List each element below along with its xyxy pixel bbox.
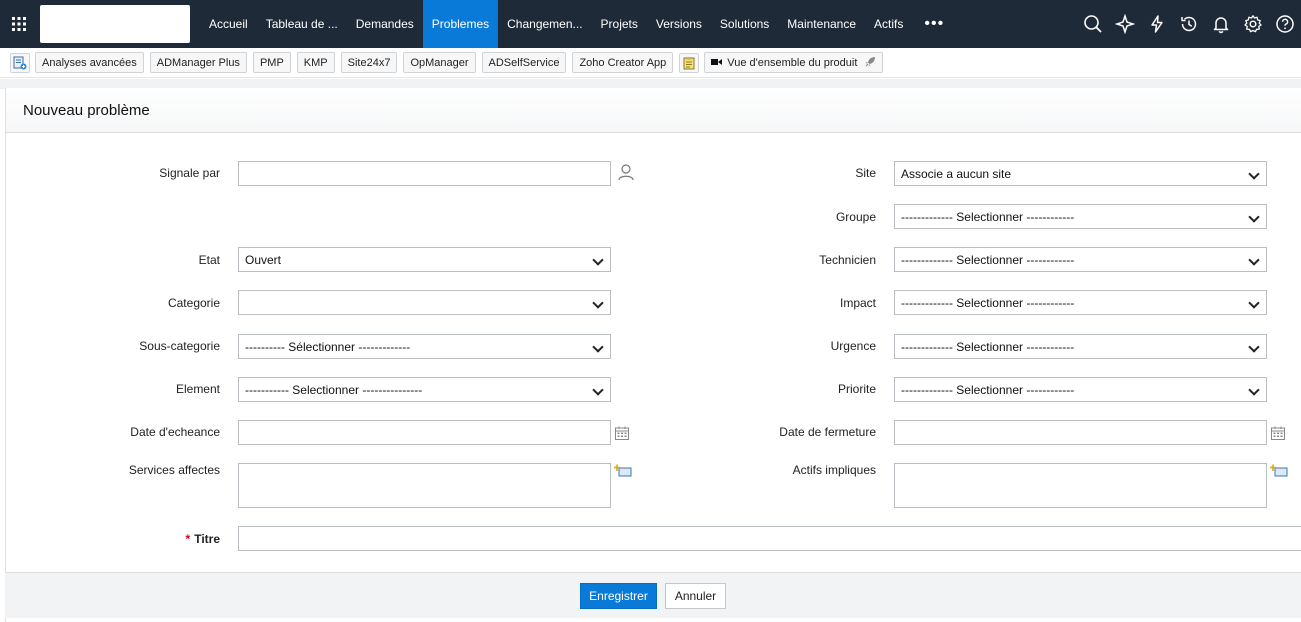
services-affectes-field[interactable]: [238, 463, 611, 508]
toolbar-opmanager[interactable]: OpManager: [403, 52, 476, 73]
urgence-select[interactable]: ------------- Selectionner ------------: [894, 334, 1267, 359]
technicien-label: Technicien: [819, 253, 876, 267]
site-label: Site: [855, 166, 876, 180]
top-navigation: Accueil Tableau de ... Demandes Probleme…: [0, 0, 1301, 48]
gear-icon[interactable]: [1237, 0, 1269, 48]
toolbar-zoho-creator-app[interactable]: Zoho Creator App: [572, 52, 674, 73]
main-nav: Accueil Tableau de ... Demandes Probleme…: [200, 0, 956, 48]
signale-par-label: Signale par: [159, 166, 220, 180]
video-camera-icon: [711, 57, 723, 69]
add-service-icon[interactable]: [614, 462, 632, 480]
impact-label: Impact: [839, 296, 876, 310]
etat-select[interactable]: Ouvert: [238, 247, 611, 272]
urgence-label: Urgence: [830, 339, 876, 353]
product-overview-label: Vue d'ensemble du produit: [727, 56, 858, 69]
impact-select[interactable]: ------------- Selectionner ------------: [894, 290, 1267, 315]
search-icon[interactable]: [1077, 0, 1109, 48]
nav-item-maintenance[interactable]: Maintenance: [778, 0, 865, 48]
help-icon[interactable]: [1269, 0, 1301, 48]
technicien-select[interactable]: ------------- Selectionner ------------: [894, 247, 1267, 272]
quick-action-icon[interactable]: [1109, 0, 1141, 48]
priorite-select[interactable]: ------------- Selectionner ------------: [894, 377, 1267, 402]
integrations-toolbar: Analyses avancées ADManager Plus PMP KMP…: [0, 48, 1301, 78]
sous-categorie-select[interactable]: ---------- Sélectionner -------------: [238, 334, 611, 359]
categorie-select[interactable]: [238, 290, 611, 315]
date-echeance-label: Date d'echeance: [130, 425, 220, 439]
requester-user-icon[interactable]: [617, 163, 635, 181]
toolbar-site24x7[interactable]: Site24x7: [340, 52, 398, 73]
form-actions: Enregistrer Annuler: [5, 572, 1301, 618]
bell-icon[interactable]: [1205, 0, 1237, 48]
history-icon[interactable]: [1173, 0, 1205, 48]
product-logo[interactable]: [40, 5, 190, 43]
etat-label: Etat: [198, 253, 220, 267]
app-launcher-icon[interactable]: [0, 0, 38, 48]
actifs-impliques-field[interactable]: [894, 463, 1267, 508]
rocket-icon: [865, 56, 876, 70]
categorie-label: Categorie: [167, 296, 220, 310]
date-fermeture-input[interactable]: [894, 420, 1267, 445]
nav-item-demandes[interactable]: Demandes: [347, 0, 423, 48]
toolbar-product-overview[interactable]: Vue d'ensemble du produit: [704, 52, 884, 73]
toolbar-pmp[interactable]: PMP: [252, 52, 291, 73]
actifs-impliques-label: Actifs impliques: [792, 463, 876, 477]
new-problem-form: Nouveau problème Signale par Etat Ouvert…: [5, 88, 1301, 622]
element-select[interactable]: ----------- Selectionner ---------------: [238, 377, 611, 402]
toolbar-kmp[interactable]: KMP: [296, 52, 335, 73]
notes-icon[interactable]: [679, 52, 700, 73]
form-header: Nouveau problème: [6, 88, 1301, 133]
nav-item-actifs[interactable]: Actifs: [865, 0, 912, 48]
new-report-icon[interactable]: [10, 52, 30, 73]
nav-item-accueil[interactable]: Accueil: [200, 0, 257, 48]
titre-label-text: Titre: [194, 532, 220, 546]
site-select[interactable]: Associe a aucun site: [894, 161, 1267, 186]
required-marker: *: [185, 532, 191, 546]
nav-item-projets[interactable]: Projets: [592, 0, 647, 48]
page-title: Nouveau problème: [23, 101, 150, 119]
groupe-label: Groupe: [835, 210, 876, 224]
priorite-label: Priorite: [837, 382, 876, 396]
date-fermeture-label: Date de fermeture: [779, 425, 876, 439]
toolbar-adselfservice[interactable]: ADSelfService: [481, 52, 567, 73]
titre-label: * Titre: [20, 532, 220, 546]
nav-item-problemes[interactable]: Problemes: [422, 0, 499, 48]
more-menu-icon[interactable]: •••: [912, 0, 956, 48]
calendar-icon[interactable]: [1269, 424, 1287, 442]
element-label: Element: [175, 382, 220, 396]
nav-item-changements[interactable]: Changemen...: [498, 0, 591, 48]
nav-item-versions[interactable]: Versions: [647, 0, 711, 48]
sous-categorie-label: Sous-categorie: [139, 339, 220, 353]
header-actions: [1077, 0, 1301, 48]
toolbar-admanager-plus[interactable]: ADManager Plus: [149, 52, 247, 73]
save-button[interactable]: Enregistrer: [580, 582, 657, 609]
date-echeance-input[interactable]: [238, 420, 611, 445]
add-asset-icon[interactable]: [1270, 462, 1288, 480]
groupe-select[interactable]: ------------- Selectionner ------------: [894, 204, 1267, 229]
titre-input[interactable]: [238, 526, 1301, 551]
nav-item-tableau-de-bord[interactable]: Tableau de ...: [257, 0, 347, 48]
cancel-button[interactable]: Annuler: [665, 582, 726, 609]
lightning-icon[interactable]: [1141, 0, 1173, 48]
services-affectes-label: Services affectes: [128, 463, 220, 477]
toolbar-analyses-avancees[interactable]: Analyses avancées: [35, 52, 144, 73]
calendar-icon[interactable]: [613, 424, 631, 442]
signale-par-input[interactable]: [238, 161, 611, 186]
nav-item-solutions[interactable]: Solutions: [711, 0, 778, 48]
